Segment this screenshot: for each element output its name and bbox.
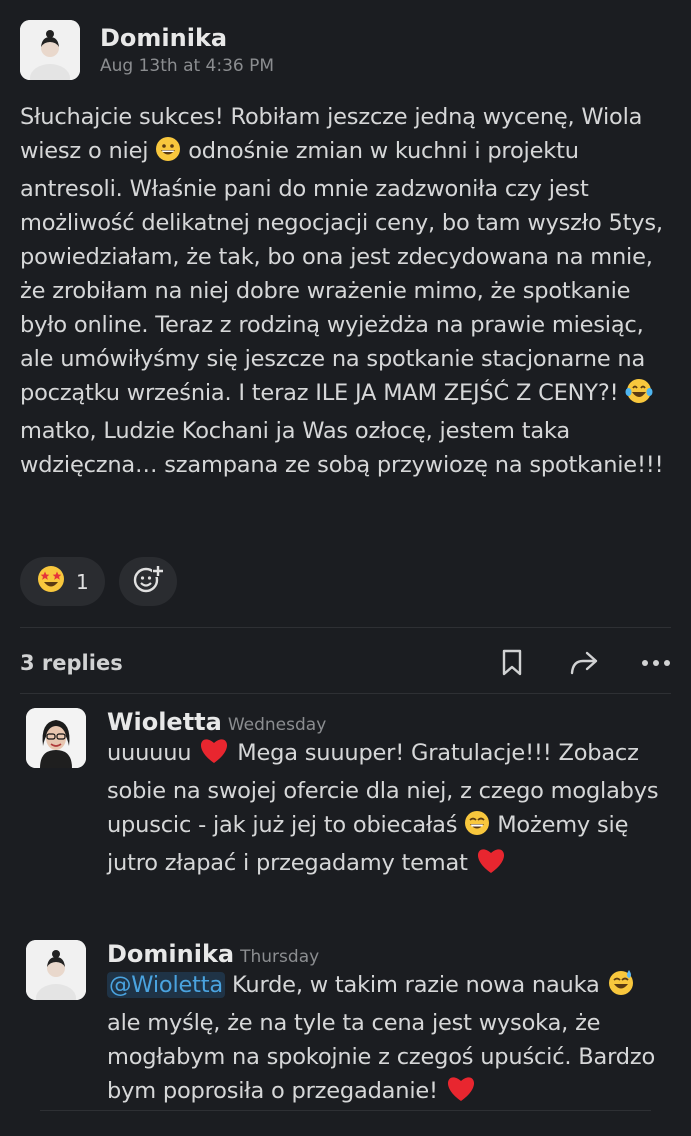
user-photo-icon [26, 708, 86, 768]
add-reaction-button[interactable] [118, 557, 177, 606]
tears-of-joy-icon [625, 378, 653, 414]
reply-item: Dominika Thursday @Wioletta Kurde, w taki… [26, 940, 666, 1112]
red-heart-icon [445, 1074, 477, 1112]
red-heart-icon [475, 846, 507, 884]
grinning-squinting-icon [464, 810, 490, 846]
avatar[interactable] [20, 20, 80, 80]
star-struck-icon [36, 564, 66, 599]
message-text: matko, Ludzie Kochani ja Was ozłocę, jes… [20, 418, 664, 478]
reply-author[interactable]: Dominika [107, 940, 234, 968]
grinning-face-icon [155, 136, 181, 172]
message-text: odnośnie zmian w kuchni i projektu antre… [20, 138, 663, 406]
divider [20, 693, 671, 694]
red-heart-icon [198, 736, 230, 774]
user-mention[interactable]: @Wioletta [107, 972, 225, 998]
message-body: Słuchajcie sukces! Robiłam jeszcze jedną… [20, 100, 675, 482]
reply-text-part: Kurde, w takim razie nowa nauka [231, 972, 600, 998]
share-icon[interactable] [569, 648, 599, 678]
reply-text-part: ale myślę, że na tyle ta cena jest wysok… [107, 1010, 656, 1104]
reply-timestamp[interactable]: Thursday [240, 947, 319, 967]
reaction-count: 1 [76, 569, 89, 594]
post-header: Dominika Aug 13th at 4:36 PM [20, 20, 274, 80]
replies-count[interactable]: 3 replies [20, 651, 455, 675]
reply-text: uuuuuu Mega suuuper! Gratulacje!!! Zobac… [107, 736, 666, 884]
add-reaction-icon [132, 563, 164, 600]
post-timestamp[interactable]: Aug 13th at 4:36 PM [100, 56, 274, 76]
avatar[interactable] [26, 940, 86, 1000]
avatar[interactable] [26, 708, 86, 768]
replies-bar: 3 replies [20, 640, 671, 685]
user-photo-icon [26, 940, 86, 1000]
reply-timestamp[interactable]: Wednesday [228, 715, 326, 735]
reply-author[interactable]: Wioletta [107, 708, 222, 736]
author-name[interactable]: Dominika [100, 20, 274, 56]
user-photo-icon [20, 20, 80, 80]
reply-text-part: uuuuuu [107, 740, 192, 766]
grinning-sweat-icon [607, 968, 635, 1006]
divider [20, 627, 671, 628]
reactions-row: 1 [20, 557, 177, 606]
reply-item: Wioletta Wednesday uuuuuu Mega suuuper! G… [26, 708, 666, 884]
reply-text: @Wioletta Kurde, w takim razie nowa nauk… [107, 968, 666, 1112]
reaction-star-struck[interactable]: 1 [20, 557, 105, 606]
composer-divider [40, 1110, 651, 1111]
bookmark-icon[interactable] [497, 648, 527, 678]
more-icon[interactable] [641, 648, 671, 678]
